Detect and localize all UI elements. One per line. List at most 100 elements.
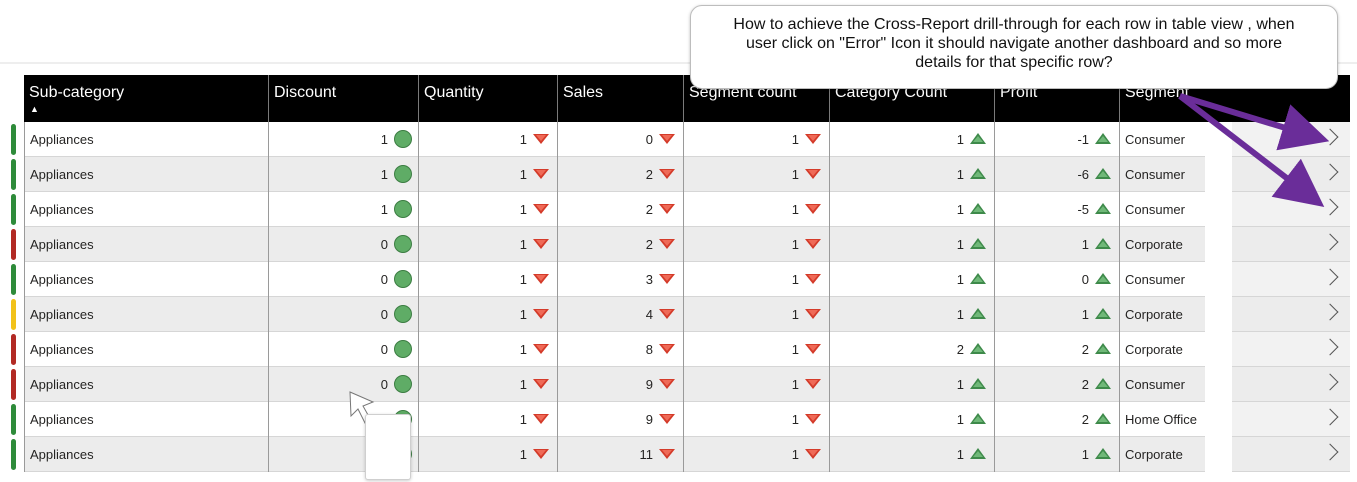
- cell-value: 1: [380, 202, 388, 217]
- column-header-sales[interactable]: Sales: [557, 75, 683, 122]
- cell-value: -5: [1077, 202, 1089, 217]
- cell-segment-count: 1: [683, 192, 829, 227]
- drillthrough-cell[interactable]: [1232, 227, 1350, 262]
- row-status-bar: [11, 439, 16, 470]
- row-status-bar: [11, 299, 16, 330]
- cell-value: 0: [645, 132, 653, 147]
- green-triangle-up-icon: [970, 238, 986, 249]
- table-row[interactable]: Appliances 0 1 3 1 1 0 Consumer: [11, 262, 1205, 297]
- cell-segment-count: 1: [683, 262, 829, 297]
- chevron-right-icon[interactable]: [1321, 443, 1339, 461]
- cell-value: 2: [645, 237, 653, 252]
- cell-value: 0: [1081, 272, 1089, 287]
- cell-text: Appliances: [30, 447, 94, 462]
- red-triangle-down-icon: [805, 239, 821, 249]
- row-status-bar: [11, 124, 16, 155]
- drillthrough-cell[interactable]: [1232, 332, 1350, 367]
- table-row[interactable]: Appliances 0 1 9 1 1 2 Consumer: [11, 367, 1205, 402]
- red-triangle-down-icon: [659, 274, 675, 284]
- table-row[interactable]: Appliances 1 9 1 1 2 Home Office: [11, 402, 1205, 437]
- cell-value: 1: [519, 342, 527, 357]
- cell-value: 11: [639, 447, 654, 462]
- column-header-quantity[interactable]: Quantity: [418, 75, 557, 122]
- cell-value: 1: [956, 377, 964, 392]
- cell-value: 0: [380, 237, 388, 252]
- cell-segment: Consumer: [1119, 122, 1205, 157]
- red-triangle-down-icon: [659, 204, 675, 214]
- green-circle-icon: [394, 270, 412, 288]
- chevron-right-icon[interactable]: [1321, 373, 1339, 391]
- red-triangle-down-icon: [805, 344, 821, 354]
- row-status-bar: [11, 369, 16, 400]
- cell-value: 2: [645, 202, 653, 217]
- cell-quantity: 1: [418, 297, 557, 332]
- cell-value: 1: [956, 447, 964, 462]
- cell-segment: Corporate: [1119, 227, 1205, 262]
- table-row[interactable]: Appliances 0 1 8 1 2 2 Corporate: [11, 332, 1205, 367]
- question-callout: How to achieve the Cross-Report drill-th…: [690, 5, 1338, 89]
- cell-sub-category: Appliances: [24, 367, 268, 402]
- cell-discount: 1: [268, 192, 418, 227]
- drillthrough-cell[interactable]: [1232, 297, 1350, 332]
- cell-quantity: 1: [418, 402, 557, 437]
- cell-text: Consumer: [1125, 167, 1185, 182]
- green-triangle-up-icon: [1095, 168, 1111, 179]
- drillthrough-cell[interactable]: [1232, 437, 1350, 472]
- chevron-right-icon[interactable]: [1321, 198, 1339, 216]
- chevron-right-icon[interactable]: [1321, 128, 1339, 146]
- cell-sub-category: Appliances: [24, 262, 268, 297]
- sort-ascending-icon[interactable]: ▲: [30, 105, 39, 114]
- red-triangle-down-icon: [533, 274, 549, 284]
- table-row[interactable]: Appliances 1 1 0 1 1 -1 Consumer: [11, 122, 1205, 157]
- cell-value: 9: [645, 377, 653, 392]
- chevron-right-icon[interactable]: [1321, 268, 1339, 286]
- cell-category-count: 1: [829, 122, 994, 157]
- red-triangle-down-icon: [659, 344, 675, 354]
- drillthrough-cell[interactable]: [1232, 367, 1350, 402]
- row-status-bar: [11, 229, 16, 260]
- cell-segment-count: 1: [683, 227, 829, 262]
- chevron-right-icon[interactable]: [1321, 163, 1339, 181]
- cell-text: Appliances: [30, 237, 94, 252]
- chevron-right-icon[interactable]: [1321, 233, 1339, 251]
- chevron-right-icon[interactable]: [1321, 338, 1339, 356]
- red-triangle-down-icon: [659, 449, 675, 459]
- drillthrough-cell[interactable]: [1232, 402, 1350, 437]
- table-row[interactable]: Appliances 1 1 2 1 1 -6 Consumer: [11, 157, 1205, 192]
- row-status-bar: [11, 194, 16, 225]
- drillthrough-cell[interactable]: [1232, 262, 1350, 297]
- cell-value: 1: [1081, 447, 1089, 462]
- cell-value: 1: [791, 447, 799, 462]
- column-header-discount[interactable]: Discount: [268, 75, 418, 122]
- cell-quantity: 1: [418, 262, 557, 297]
- green-triangle-up-icon: [970, 378, 986, 389]
- cell-value: -1: [1077, 132, 1089, 147]
- cell-sub-category: Appliances: [24, 402, 268, 437]
- green-circle-icon: [394, 130, 412, 148]
- red-triangle-down-icon: [805, 274, 821, 284]
- cell-value: 1: [956, 202, 964, 217]
- cell-text: Home Office: [1125, 412, 1198, 427]
- cell-value: 1: [380, 167, 388, 182]
- table-row[interactable]: Appliances 0 1 2 1 1 1 Corporate: [11, 227, 1205, 262]
- drillthrough-cell[interactable]: [1232, 192, 1350, 227]
- cell-sales: 11: [557, 437, 683, 472]
- chevron-right-icon[interactable]: [1321, 303, 1339, 321]
- row-status-bar: [11, 159, 16, 190]
- cell-segment-count: 1: [683, 332, 829, 367]
- green-triangle-up-icon: [1095, 378, 1111, 389]
- drillthrough-cell[interactable]: [1232, 157, 1350, 192]
- table-row[interactable]: Appliances 1 1 2 1 1 -5 Consumer: [11, 192, 1205, 227]
- cell-value: 1: [791, 412, 799, 427]
- red-triangle-down-icon: [659, 309, 675, 319]
- green-triangle-up-icon: [970, 133, 986, 144]
- table-row[interactable]: Appliances 0 1 4 1 1 1 Corporate: [11, 297, 1205, 332]
- column-header-sub-category[interactable]: Sub-category ▲: [24, 75, 268, 122]
- table-row[interactable]: Appliances 1 11 1 1 1 Corporate: [11, 437, 1205, 472]
- cell-quantity: 1: [418, 227, 557, 262]
- tooltip-box: [365, 414, 411, 480]
- chevron-right-icon[interactable]: [1321, 408, 1339, 426]
- cell-value: 0: [380, 342, 388, 357]
- drillthrough-cell[interactable]: [1232, 122, 1350, 157]
- cell-value: 1: [519, 272, 527, 287]
